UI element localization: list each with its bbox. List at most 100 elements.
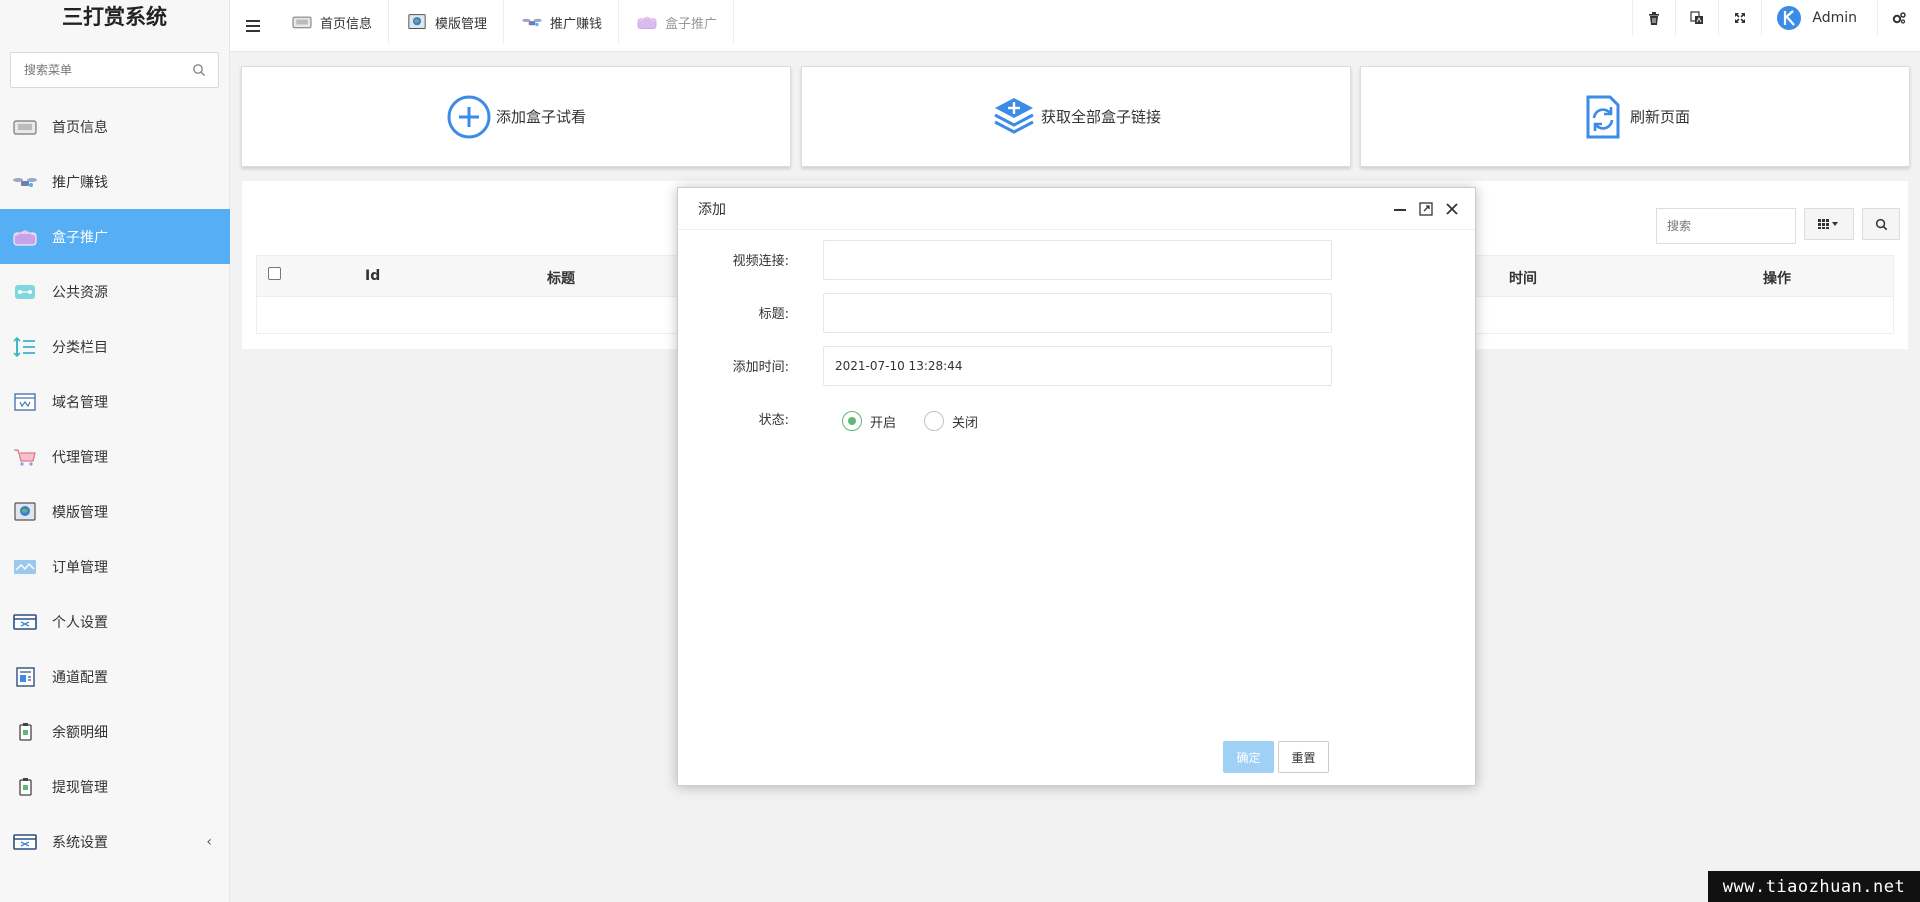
- sidebar-item-personal[interactable]: 个人设置: [0, 594, 230, 649]
- tab-label: 模版管理: [435, 16, 488, 32]
- refresh-page-card[interactable]: 刷新页面: [1360, 66, 1910, 167]
- add-box-trial-card[interactable]: 添加盒子试看: [241, 66, 791, 167]
- search-icon[interactable]: [192, 63, 206, 77]
- sidebar-item-home[interactable]: 首页信息: [0, 99, 230, 154]
- add-time-label: 添加时间:: [732, 360, 789, 375]
- sidebar-item-promote[interactable]: 推广赚钱: [0, 154, 230, 209]
- tab-template[interactable]: 模版管理: [389, 0, 505, 44]
- sidebar-item-agent[interactable]: 代理管理: [0, 429, 230, 484]
- map-card-icon: [14, 559, 36, 574]
- sidebar-item-box-promote[interactable]: 盒子推广: [0, 209, 230, 264]
- table-search-input[interactable]: [1657, 209, 1787, 243]
- watermark: www.tiaozhuan.net: [1708, 871, 1920, 902]
- maximize-icon[interactable]: [1417, 200, 1435, 218]
- video-link-input[interactable]: [823, 240, 1332, 280]
- gears-icon: [1892, 12, 1906, 24]
- minimize-icon[interactable]: [1391, 200, 1409, 218]
- reset-button[interactable]: 重置: [1278, 741, 1329, 773]
- page-tabs: 首页信息 模版管理 推广赚钱 盒子推广: [274, 0, 735, 52]
- web-window-icon: [14, 392, 36, 411]
- clipboard-icon: [19, 722, 32, 741]
- config-doc-icon: [16, 666, 35, 687]
- columns-toggle-button[interactable]: [1804, 208, 1854, 240]
- drone-icon: [13, 177, 37, 187]
- sidebar-item-label: 系统设置: [52, 834, 108, 851]
- title-row: 标题:: [678, 293, 1477, 333]
- drone-icon: [522, 18, 542, 27]
- tab-home[interactable]: 首页信息: [274, 0, 390, 44]
- sidebar-item-template[interactable]: 模版管理: [0, 484, 230, 539]
- user-name: Admin: [1812, 10, 1857, 26]
- close-icon[interactable]: [1443, 200, 1461, 218]
- clear-cache-button[interactable]: [1632, 0, 1675, 36]
- box-icon: [13, 229, 37, 245]
- status-label: 状态:: [758, 413, 789, 428]
- sidebar-item-domain[interactable]: 域名管理: [0, 374, 230, 429]
- grid-dropdown-icon: [1818, 219, 1838, 229]
- sidebar-item-label: 分类栏目: [52, 339, 108, 356]
- layers-plus-icon: [994, 97, 1034, 134]
- card-label: 获取全部盒子链接: [1040, 108, 1161, 126]
- language-icon: [1690, 11, 1704, 24]
- status-on-radio[interactable]: 开启: [842, 411, 896, 431]
- sidebar-item-system[interactable]: 系统设置 ‹: [0, 814, 230, 869]
- add-time-input[interactable]: [823, 346, 1332, 386]
- add-time-row: 添加时间:: [678, 346, 1477, 386]
- sidebar-item-label: 订单管理: [52, 559, 108, 576]
- globe-monitor-icon: [408, 14, 426, 30]
- sidebar-item-public-resources[interactable]: 公共资源: [0, 264, 230, 319]
- tab-box-promote[interactable]: 盒子推广: [619, 0, 735, 44]
- sidebar-item-label: 域名管理: [52, 394, 108, 411]
- title-input[interactable]: [823, 293, 1332, 333]
- column-header-title[interactable]: 标题: [547, 268, 575, 288]
- chevron-left-icon[interactable]: ‹: [206, 834, 212, 850]
- menu-search-box: [10, 52, 219, 88]
- sidebar-item-label: 盒子推广: [52, 229, 108, 246]
- title-label: 标题:: [758, 307, 789, 322]
- sidebar-item-label: 代理管理: [52, 449, 108, 466]
- box-icon: [637, 16, 657, 29]
- search-icon: [1875, 218, 1887, 230]
- top-bar: 首页信息 模版管理 推广赚钱 盒子推广 Admin: [230, 0, 1920, 52]
- card-label: 添加盒子试看: [495, 108, 586, 126]
- confirm-button[interactable]: 确定: [1223, 741, 1274, 773]
- column-header-time[interactable]: 时间: [1509, 268, 1537, 288]
- translate-button[interactable]: [1675, 0, 1718, 36]
- sidebar-item-category[interactable]: 分类栏目: [0, 319, 230, 374]
- select-all-checkbox[interactable]: [268, 267, 281, 280]
- radio-selected-icon: [842, 411, 862, 431]
- column-header-id[interactable]: Id: [365, 268, 380, 284]
- sidebar-item-channel[interactable]: 通道配置: [0, 649, 230, 704]
- tab-promote[interactable]: 推广赚钱: [504, 0, 620, 44]
- sidebar-item-label: 提现管理: [52, 779, 108, 796]
- sidebar-item-label: 个人设置: [52, 614, 108, 631]
- status-on-label: 开启: [870, 415, 897, 431]
- plus-circle-icon: [447, 95, 491, 138]
- radio-empty-icon: [924, 411, 944, 431]
- add-dialog: 添加 视频连接: 标题: 添加时间: 状态: 开启 关闭: [677, 187, 1476, 786]
- refresh-doc-icon: [1586, 95, 1620, 138]
- settings-button[interactable]: [1877, 0, 1920, 36]
- expand-arrows-icon: [1735, 13, 1746, 23]
- table-search-box: [1656, 208, 1796, 244]
- video-link-row: 视频连接:: [678, 240, 1477, 280]
- tab-label: 推广赚钱: [550, 16, 603, 32]
- sidebar-item-label: 余额明细: [52, 724, 108, 741]
- dialog-title: 添加: [698, 201, 726, 218]
- table-search-button[interactable]: [1862, 208, 1900, 240]
- trash-icon: [1649, 11, 1660, 25]
- top-right-toolbar: Admin: [1632, 0, 1920, 44]
- fullscreen-button[interactable]: [1718, 0, 1761, 36]
- menu-search-input[interactable]: [11, 53, 181, 87]
- status-off-label: 关闭: [952, 415, 979, 431]
- system-window-icon: [13, 833, 37, 850]
- menu-toggle-button[interactable]: [238, 11, 268, 41]
- user-menu[interactable]: Admin: [1761, 0, 1877, 36]
- network-icon: [15, 284, 35, 299]
- sidebar-item-orders[interactable]: 订单管理: [0, 539, 230, 594]
- get-all-box-links-card[interactable]: 获取全部盒子链接: [801, 66, 1351, 167]
- sidebar-menu: 首页信息 推广赚钱 盒子推广 公共资源 分类栏目 域名管理 代理管理 模版管理 …: [0, 99, 230, 869]
- sidebar-item-balance[interactable]: 余额明细: [0, 704, 230, 759]
- sidebar-item-withdraw[interactable]: 提现管理: [0, 759, 230, 814]
- status-off-radio[interactable]: 关闭: [924, 411, 978, 431]
